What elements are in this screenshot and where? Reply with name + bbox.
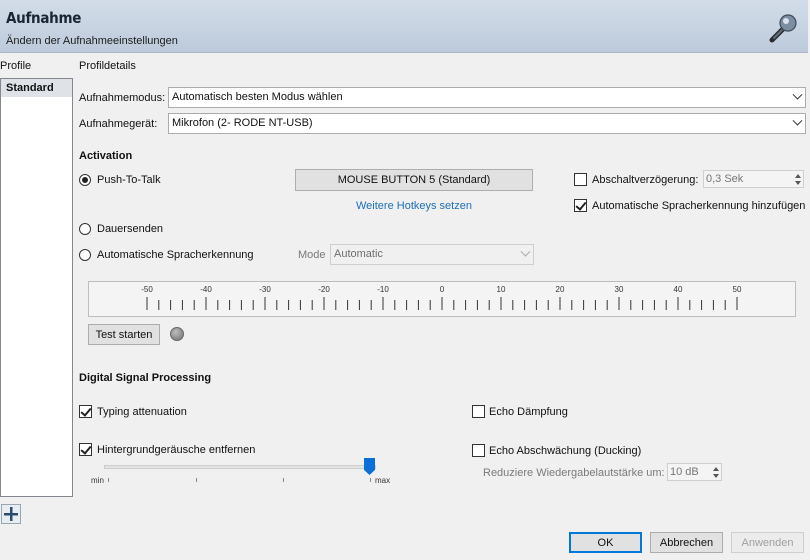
recording-mode-value: Automatisch besten Modus wählen (172, 91, 343, 103)
dialog-header: Aufnahme Ändern der Aufnahmeeinstellunge… (0, 0, 808, 53)
vad-mode-select[interactable]: Automatic (330, 244, 534, 265)
cancel-button[interactable]: Abbrechen (650, 532, 723, 553)
plus-icon (4, 507, 18, 521)
profile-item-standard[interactable]: Standard (1, 79, 72, 97)
profile-details-label: Profildetails (79, 60, 136, 72)
slider-tick (283, 478, 284, 482)
vad-mode-label: Mode (298, 249, 326, 261)
push-to-talk-label[interactable]: Push-To-Talk (97, 174, 161, 186)
apply-button[interactable]: Anwenden (731, 532, 804, 553)
push-to-talk-radio[interactable] (79, 174, 91, 186)
slider-tick (108, 478, 109, 482)
typing-attenuation-label[interactable]: Typing attenuation (97, 406, 187, 418)
spin-up-icon[interactable] (795, 174, 801, 178)
status-led-icon (170, 327, 184, 341)
meter-tick-label: 30 (615, 285, 624, 294)
dialog-subtitle: Ändern der Aufnahmeeinstellungen (6, 35, 178, 47)
auto-detect-checkbox[interactable] (574, 199, 587, 212)
recording-device-label: Aufnahmegerät: (79, 118, 158, 130)
ducking-label[interactable]: Echo Abschwächung (Ducking) (489, 445, 641, 457)
profiles-label: Profile (0, 60, 32, 72)
continuous-label[interactable]: Dauersenden (97, 223, 163, 235)
spin-up-icon[interactable] (713, 467, 719, 471)
meter-tick-label: 50 (733, 285, 742, 294)
voice-activation-label[interactable]: Automatische Spracherkennung (97, 249, 254, 261)
chevron-down-icon (520, 246, 531, 257)
chevron-down-icon (792, 89, 803, 100)
meter-tick-label: 10 (497, 285, 506, 294)
noise-slider-thumb[interactable] (364, 458, 375, 475)
ok-button[interactable]: OK (569, 532, 642, 553)
audio-level-meter: -50 -40 -30 -20 -10 0 10 20 30 40 50 (88, 281, 796, 317)
noise-removal-label[interactable]: Hintergrundgeräusche entfernen (97, 444, 255, 456)
profile-list[interactable]: Standard (0, 78, 73, 497)
meter-tick-label: -20 (318, 285, 330, 294)
slider-tick (196, 478, 197, 482)
echo-reduction-label[interactable]: Echo Dämpfung (489, 406, 568, 418)
recording-mode-label: Aufnahmemodus: (79, 92, 166, 104)
auto-detect-label[interactable]: Automatische Spracherkennung hinzufügen (592, 200, 805, 212)
delay-label[interactable]: Abschaltverzögerung: (592, 174, 698, 186)
spin-down-icon[interactable] (795, 181, 801, 185)
microphone-icon (768, 12, 798, 44)
slider-max-label: max (375, 476, 391, 485)
add-profile-button[interactable] (1, 504, 21, 524)
test-start-button[interactable]: Test starten (88, 324, 160, 345)
noise-removal-checkbox[interactable] (79, 443, 92, 456)
hotkey-button[interactable]: MOUSE BUTTON 5 (Standard) (295, 169, 533, 191)
delay-checkbox[interactable] (574, 173, 587, 186)
recording-device-value: Mikrofon (2- RODE NT-USB) (172, 117, 313, 129)
meter-scale: -50 -40 -30 -20 -10 0 10 20 30 40 50 (141, 285, 742, 310)
voice-activation-radio[interactable] (79, 249, 91, 261)
meter-tick-label: 20 (556, 285, 565, 294)
delay-spinbox[interactable]: 0,3 Sek (703, 170, 804, 188)
meter-tick-label: -30 (259, 285, 271, 294)
slider-min-label: min (91, 476, 104, 485)
dialog-title: Aufnahme (6, 9, 82, 27)
slider-tick (370, 478, 371, 482)
noise-slider-track[interactable] (104, 465, 376, 469)
reduce-volume-value: 10 dB (670, 466, 699, 478)
reduce-volume-spinbox[interactable]: 10 dB (667, 463, 722, 481)
activation-heading: Activation (79, 150, 133, 162)
echo-reduction-checkbox[interactable] (472, 405, 485, 418)
meter-tick-label: 40 (674, 285, 683, 294)
ducking-checkbox[interactable] (472, 444, 485, 457)
recording-mode-select[interactable]: Automatisch besten Modus wählen (168, 87, 806, 108)
delay-value: 0,3 Sek (706, 173, 744, 185)
meter-tick-label: -50 (141, 285, 153, 294)
meter-tick-label: -10 (377, 285, 389, 294)
typing-attenuation-checkbox[interactable] (79, 405, 92, 418)
more-hotkeys-link[interactable]: Weitere Hotkeys setzen (356, 200, 472, 212)
chevron-down-icon (792, 115, 803, 126)
meter-tick-label: -40 (200, 285, 212, 294)
reduce-volume-label: Reduziere Wiedergabelautstärke um: (483, 467, 665, 479)
meter-tick-label: 0 (440, 285, 445, 294)
continuous-radio[interactable] (79, 223, 91, 235)
spin-down-icon[interactable] (713, 474, 719, 478)
recording-device-select[interactable]: Mikrofon (2- RODE NT-USB) (168, 113, 806, 134)
vad-mode-value: Automatic (334, 248, 383, 260)
dsp-heading: Digital Signal Processing (79, 372, 212, 384)
